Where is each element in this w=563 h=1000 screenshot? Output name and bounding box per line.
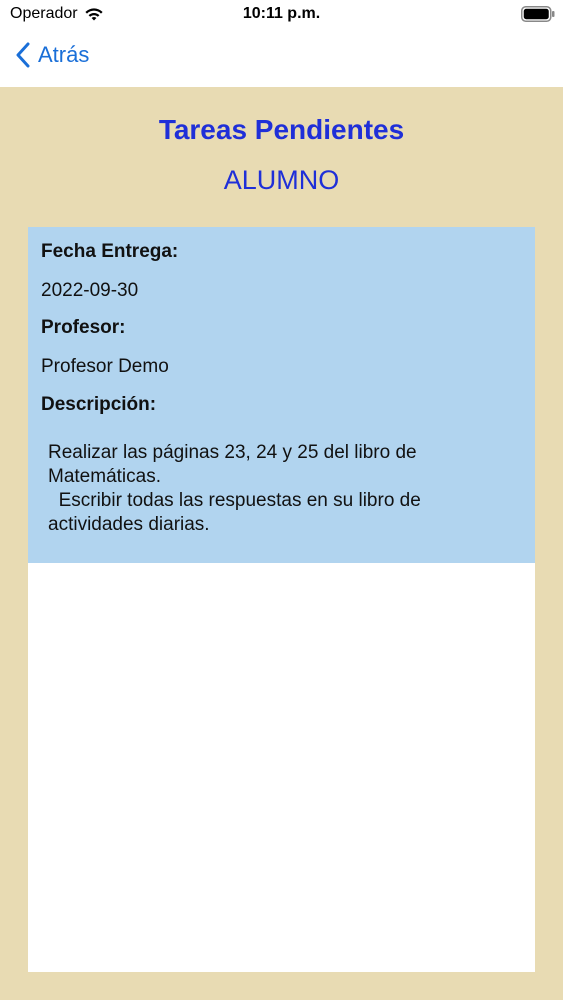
task-details: Fecha Entrega: 2022-09-30 Profesor: Prof… [28,227,535,563]
status-bar: Operador 10:11 p.m. [0,0,563,30]
battery-icon [521,6,555,22]
description-text: Realizar las páginas 23, 24 y 25 del lib… [48,442,421,535]
page-subtitle: ALUMNO [223,165,340,195]
due-date-label: Fecha Entrega: [41,241,179,262]
chevron-left-icon [16,42,30,68]
due-date-value: 2022-09-30 [41,280,139,301]
teacher-label: Profesor: [41,317,126,338]
status-time: 10:11 p.m. [242,5,321,22]
description-label: Descripción: [41,394,157,415]
back-button[interactable]: Atrás [16,42,89,68]
page-title: Tareas Pendientes [158,114,405,145]
back-button-label: Atrás [38,42,90,67]
task-card: Fecha Entrega: 2022-09-30 Profesor: Prof… [28,227,535,972]
teacher-value: Profesor Demo [41,356,169,377]
navigation-bar: Atrás [0,30,563,87]
